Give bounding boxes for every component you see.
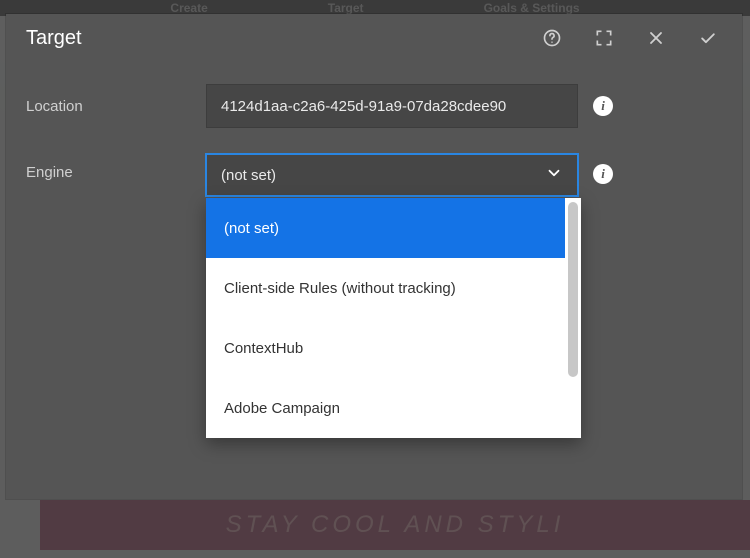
engine-label: Engine — [26, 154, 206, 181]
fullscreen-button[interactable] — [582, 16, 626, 60]
target-dialog: Target — [6, 14, 742, 499]
engine-option-list: (not set) Client-side Rules (without tra… — [206, 198, 565, 438]
row-location: Location i — [26, 84, 722, 128]
dialog-title: Target — [26, 27, 530, 50]
engine-option-not-set[interactable]: (not set) — [206, 198, 565, 258]
engine-info-icon[interactable]: i — [593, 164, 613, 184]
engine-field-wrap: (not set) (not set) Client-side Rules (w… — [206, 154, 578, 196]
close-button[interactable] — [634, 16, 678, 60]
dialog-titlebar: Target — [6, 14, 742, 62]
info-icon: i — [601, 166, 605, 182]
engine-dropdown: (not set) Client-side Rules (without tra… — [206, 198, 581, 438]
close-icon — [646, 28, 666, 48]
dialog-form: Location i Engine (not set) — [6, 62, 742, 196]
engine-select[interactable]: (not set) — [206, 154, 578, 196]
chevron-down-icon — [545, 164, 563, 186]
location-field-wrap — [206, 84, 578, 128]
info-icon: i — [601, 98, 605, 114]
location-input[interactable] — [206, 84, 578, 128]
scroll-thumb[interactable] — [568, 202, 578, 377]
help-icon — [542, 28, 562, 48]
engine-option-contexthub[interactable]: ContextHub — [206, 318, 565, 378]
location-info-icon[interactable]: i — [593, 96, 613, 116]
dropdown-scrollbar[interactable] — [565, 198, 581, 438]
engine-option-client-side[interactable]: Client-side Rules (without tracking) — [206, 258, 565, 318]
help-button[interactable] — [530, 16, 574, 60]
fullscreen-icon — [594, 28, 614, 48]
dialog-actions — [530, 16, 730, 60]
location-label: Location — [26, 98, 206, 115]
check-icon — [698, 28, 718, 48]
row-engine: Engine (not set) (not set) Client-side R… — [26, 154, 722, 196]
engine-option-adobe-campaign[interactable]: Adobe Campaign — [206, 378, 565, 438]
engine-selected-value: (not set) — [221, 167, 276, 184]
confirm-button[interactable] — [686, 16, 730, 60]
